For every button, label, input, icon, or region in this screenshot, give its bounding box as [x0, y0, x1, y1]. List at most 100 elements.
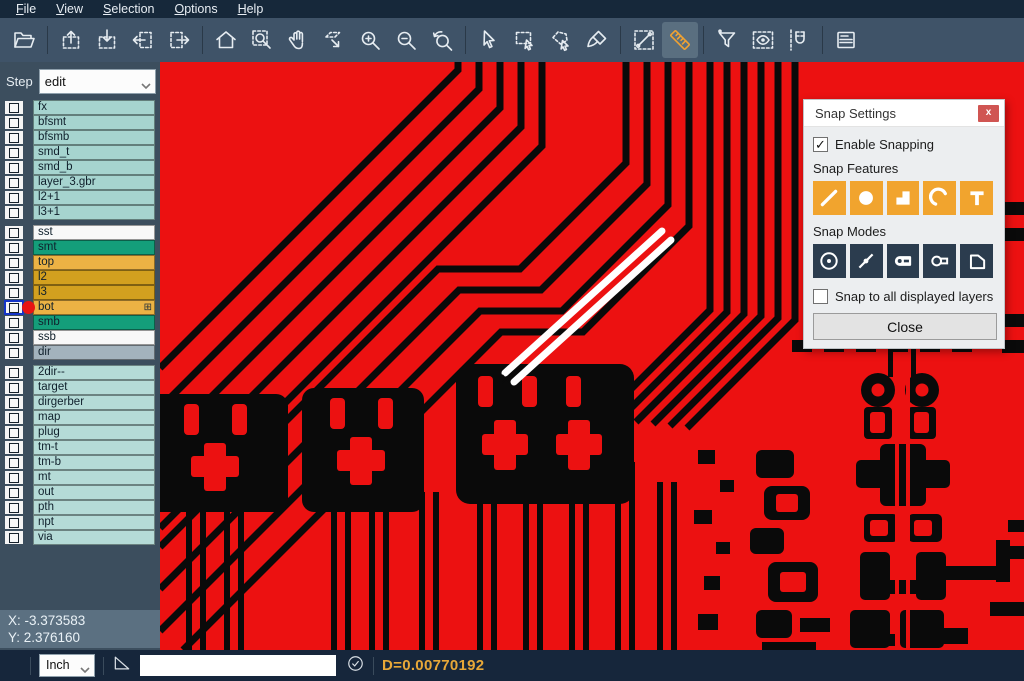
- layer-row[interactable]: l3: [0, 285, 160, 300]
- layer-visibility-checkbox[interactable]: [5, 441, 23, 454]
- layer-label[interactable]: ssb: [33, 330, 155, 345]
- layer-visibility-checkbox[interactable]: [5, 486, 23, 499]
- layer-row[interactable]: fx: [0, 100, 160, 115]
- layer-visibility-checkbox[interactable]: [5, 161, 23, 174]
- layer-row[interactable]: map: [0, 410, 160, 425]
- unit-select[interactable]: Inch: [39, 654, 95, 677]
- menu-file[interactable]: File: [6, 0, 46, 18]
- enable-snapping-checkbox[interactable]: ✓: [813, 137, 828, 152]
- layer-label[interactable]: pth: [33, 500, 155, 515]
- layer-visibility-checkbox[interactable]: [5, 206, 23, 219]
- menu-help[interactable]: Help: [228, 0, 274, 18]
- layer-visibility-checkbox[interactable]: [5, 286, 23, 299]
- snap-mode-center-button[interactable]: [813, 244, 846, 278]
- measure-line-button[interactable]: [626, 22, 662, 58]
- grid-icon[interactable]: ⊞: [144, 301, 152, 314]
- zoom-out-button[interactable]: [388, 22, 424, 58]
- layer-visibility-checkbox[interactable]: [5, 501, 23, 514]
- layer-label[interactable]: l2+1: [33, 190, 155, 205]
- layer-row[interactable]: smt: [0, 240, 160, 255]
- menu-selection[interactable]: Selection: [93, 0, 164, 18]
- layer-label[interactable]: bot: [33, 300, 155, 315]
- layer-visibility-checkbox[interactable]: [5, 381, 23, 394]
- layer-row[interactable]: via: [0, 530, 160, 545]
- import-down-button[interactable]: [89, 22, 125, 58]
- import-right-button[interactable]: [161, 22, 197, 58]
- layer-row[interactable]: 2dir--: [0, 365, 160, 380]
- layer-label[interactable]: l3+1: [33, 205, 155, 220]
- layer-visibility-checkbox[interactable]: [5, 256, 23, 269]
- layer-row[interactable]: target: [0, 380, 160, 395]
- layer-visibility-checkbox[interactable]: [5, 346, 23, 359]
- enable-snapping-row[interactable]: ✓ Enable Snapping: [813, 137, 997, 152]
- home-view-button[interactable]: [208, 22, 244, 58]
- layer-visibility-checkbox[interactable]: [5, 366, 23, 379]
- layer-row[interactable]: mt: [0, 470, 160, 485]
- layer-visibility-checkbox[interactable]: [5, 101, 23, 114]
- layer-visibility-checkbox[interactable]: [5, 146, 23, 159]
- layer-label[interactable]: smt: [33, 240, 155, 255]
- layer-visibility-checkbox[interactable]: [5, 176, 23, 189]
- layer-visibility-checkbox[interactable]: [5, 316, 23, 329]
- dialog-close-x-button[interactable]: x: [978, 105, 999, 122]
- measure-value-input[interactable]: [140, 655, 336, 676]
- layer-row-selected[interactable]: bot⊞: [0, 300, 160, 315]
- layer-label[interactable]: smb: [33, 315, 155, 330]
- layer-row[interactable]: l2: [0, 270, 160, 285]
- dialog-title-bar[interactable]: Snap Settings x: [804, 100, 1004, 127]
- layer-row[interactable]: l2+1: [0, 190, 160, 205]
- layer-visibility-checkbox[interactable]: [5, 191, 23, 204]
- layer-row[interactable]: pth: [0, 500, 160, 515]
- snap-mode-midpoint-button[interactable]: [850, 244, 883, 278]
- angle-measure-icon[interactable]: [112, 653, 132, 678]
- layer-visibility-checkbox[interactable]: [5, 426, 23, 439]
- measure-ruler-button[interactable]: [662, 22, 698, 58]
- layer-label[interactable]: smd_t: [33, 145, 155, 160]
- import-up-button[interactable]: [53, 22, 89, 58]
- layer-label[interactable]: dirgerber: [33, 395, 155, 410]
- layer-label[interactable]: npt: [33, 515, 155, 530]
- zoom-previous-button[interactable]: [424, 22, 460, 58]
- snap-feature-text-button[interactable]: [960, 181, 993, 215]
- menu-view[interactable]: View: [46, 0, 93, 18]
- layer-row[interactable]: ssb: [0, 330, 160, 345]
- snap-feature-arc-button[interactable]: [923, 181, 956, 215]
- pan-region-button[interactable]: [316, 22, 352, 58]
- snap-all-layers-checkbox[interactable]: [813, 289, 828, 304]
- import-left-button[interactable]: [125, 22, 161, 58]
- layer-label[interactable]: 2dir--: [33, 365, 155, 380]
- layer-label[interactable]: dir: [33, 345, 155, 360]
- snap-feature-pad-button[interactable]: [887, 181, 920, 215]
- layer-visibility-checkbox[interactable]: [5, 116, 23, 129]
- layer-visibility-checkbox[interactable]: [5, 396, 23, 409]
- layer-visibility-checkbox[interactable]: [5, 471, 23, 484]
- layer-label[interactable]: l2: [33, 270, 155, 285]
- layer-row[interactable]: smd_t: [0, 145, 160, 160]
- layer-label[interactable]: tm-b: [33, 455, 155, 470]
- layer-row[interactable]: l3+1: [0, 205, 160, 220]
- snap-feature-circle-button[interactable]: [850, 181, 883, 215]
- snap-mode-polygon-button[interactable]: [960, 244, 993, 278]
- layer-label[interactable]: bfsmb: [33, 130, 155, 145]
- snap-all-layers-row[interactable]: Snap to all displayed layers: [813, 289, 997, 304]
- layer-label[interactable]: tm-t: [33, 440, 155, 455]
- visibility-button[interactable]: [745, 22, 781, 58]
- select-arrow-button[interactable]: [471, 22, 507, 58]
- dialog-close-button[interactable]: Close: [813, 313, 997, 340]
- layer-visibility-checkbox[interactable]: [5, 131, 23, 144]
- layer-label[interactable]: mt: [33, 470, 155, 485]
- zoom-in-button[interactable]: [352, 22, 388, 58]
- select-rectangle-button[interactable]: [507, 22, 543, 58]
- report-list-button[interactable]: [828, 22, 864, 58]
- layer-visibility-checkbox[interactable]: [5, 241, 23, 254]
- layer-visibility-checkbox[interactable]: [5, 226, 23, 239]
- layer-label[interactable]: out: [33, 485, 155, 500]
- layer-row[interactable]: sst: [0, 225, 160, 240]
- layer-label[interactable]: plug: [33, 425, 155, 440]
- layer-visibility-checkbox[interactable]: [5, 456, 23, 469]
- layer-label[interactable]: bfsmt: [33, 115, 155, 130]
- layer-row[interactable]: layer_3.gbr: [0, 175, 160, 190]
- menu-options[interactable]: Options: [164, 0, 227, 18]
- layer-row[interactable]: out: [0, 485, 160, 500]
- snap-mode-shape-filled-button[interactable]: [887, 244, 920, 278]
